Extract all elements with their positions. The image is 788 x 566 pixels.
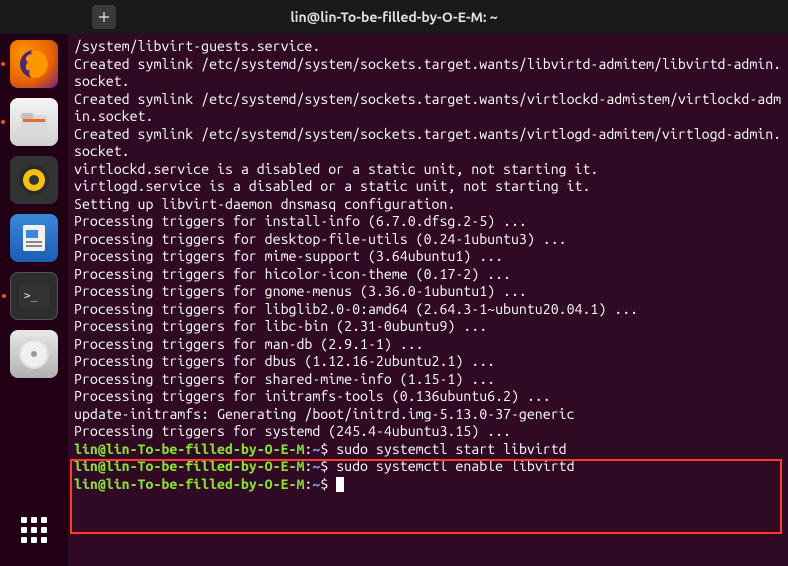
output-line: Processing triggers for shared-mime-info… — [74, 371, 495, 387]
output-line: Setting up libvirt-daemon dnsmasq config… — [74, 196, 455, 212]
dock-files[interactable] — [10, 98, 58, 146]
output-line: Created symlink /etc/systemd/system/sock… — [74, 91, 781, 125]
prompt-dollar: $ — [320, 458, 336, 474]
prompt-dollar: $ — [320, 441, 336, 457]
prompt-user: lin@lin-To-be-filled-by-O-E-M — [74, 441, 304, 457]
output-line: /system/libvirt-guests.service. — [74, 38, 320, 54]
svg-text:>_: >_ — [24, 289, 38, 302]
output-line: Processing triggers for libc-bin (2.31-0… — [74, 318, 487, 334]
dock-terminal[interactable]: >_ — [10, 272, 58, 320]
command-text: sudo systemctl start libvirtd — [336, 441, 566, 457]
firefox-icon — [16, 46, 52, 82]
disk-icon — [16, 336, 52, 372]
prompt-dollar: $ — [320, 476, 336, 492]
output-line: Processing triggers for install-info (6.… — [74, 213, 527, 229]
dock-disks[interactable] — [10, 330, 58, 378]
terminal-output[interactable]: /system/libvirt-guests.service. Created … — [68, 34, 788, 566]
output-line: Processing triggers for hicolor-icon-the… — [74, 266, 511, 282]
output-line: Processing triggers for initramfs-tools … — [74, 388, 551, 404]
document-icon — [17, 221, 51, 255]
output-line: Created symlink /etc/systemd/system/sock… — [74, 56, 781, 90]
folder-icon — [17, 105, 51, 139]
titlebar: lin@lin-To-be-filled-by-O-E-M: ~ — [0, 0, 788, 34]
dock-rhythmbox[interactable] — [10, 156, 58, 204]
prompt-user: lin@lin-To-be-filled-by-O-E-M — [74, 476, 304, 492]
output-line: virtlogd.service is a disabled or a stat… — [74, 178, 590, 194]
output-line: Processing triggers for man-db (2.9.1-1)… — [74, 336, 424, 352]
prompt-user: lin@lin-To-be-filled-by-O-E-M — [74, 458, 304, 474]
output-line: Processing triggers for gnome-menus (3.3… — [74, 283, 527, 299]
output-line: Processing triggers for systemd (245.4-4… — [74, 423, 511, 439]
command-text: sudo systemctl enable libvirtd — [336, 458, 574, 474]
launcher-dock: >_ — [0, 34, 68, 566]
output-line: Processing triggers for desktop-file-uti… — [74, 231, 567, 247]
output-line: Processing triggers for mime-support (3.… — [74, 248, 503, 264]
output-line: update-initramfs: Generating /boot/initr… — [74, 406, 575, 422]
plus-icon — [97, 10, 111, 24]
terminal-icon: >_ — [19, 283, 49, 309]
dock-show-apps[interactable] — [10, 506, 58, 554]
speaker-icon — [16, 162, 52, 198]
output-line: virtlockd.service is a disabled or a sta… — [74, 161, 598, 177]
window-title: lin@lin-To-be-filled-by-O-E-M: ~ — [290, 9, 497, 25]
grid-icon — [21, 517, 47, 543]
new-tab-button[interactable] — [92, 5, 116, 29]
output-line: Created symlink /etc/systemd/system/sock… — [74, 126, 781, 160]
cursor — [336, 477, 344, 492]
output-line: Processing triggers for libglib2.0-0:amd… — [74, 301, 638, 317]
dock-firefox[interactable] — [10, 40, 58, 88]
dock-writer[interactable] — [10, 214, 58, 262]
output-line: Processing triggers for dbus (1.12.16-2u… — [74, 353, 495, 369]
